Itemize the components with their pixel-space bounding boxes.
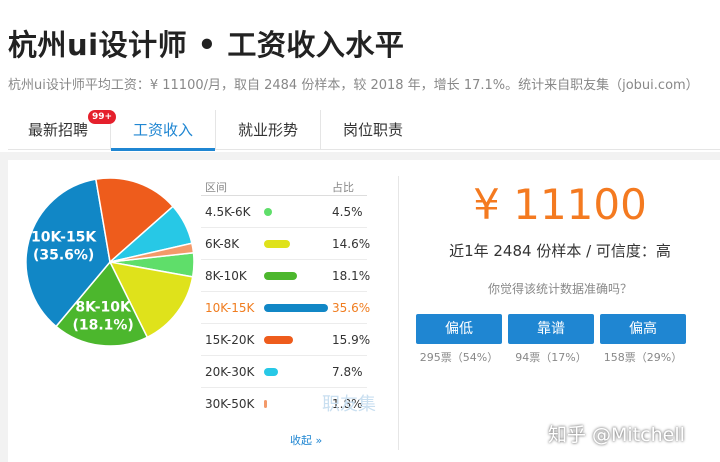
range-label: 8K-10K (205, 269, 247, 283)
share-bar (264, 336, 293, 344)
vote-high-button[interactable]: 偏高 (600, 314, 686, 344)
divider (398, 176, 399, 450)
table-header: 区间 占比 (201, 176, 367, 196)
tab-label: 工资收入 (133, 121, 194, 139)
share-percent: 7.8% (332, 365, 363, 379)
salary-distribution-table: 区间 占比 4.5K-6K 4.5% 6K-8K 14.6% 8K-10K 18.1% 10… (201, 176, 371, 420)
share-column-header: 占比 (332, 181, 354, 194)
share-bar (264, 272, 297, 280)
tab-label: 岗位职责 (343, 121, 404, 139)
share-percent: 4.5% (332, 205, 363, 219)
tab-employment-trend[interactable]: 就业形势 (216, 110, 322, 150)
accuracy-question: 你觉得该统计数据准确吗？ (487, 282, 632, 296)
share-bar (264, 368, 279, 376)
share-percent: 14.6% (332, 237, 371, 251)
salary-pie-chart: 10K-15K (35.6%)8K-10K (18.1%) (25, 177, 195, 347)
watermark-text: 职友集 (322, 394, 376, 415)
page-title: 杭州ui设计师 • 工资收入水平 (8, 28, 405, 62)
share-percent: 35.6% (332, 301, 371, 315)
vote-reliable-count: 94票（17%） (515, 351, 587, 364)
sample-info: 近1年 2484 份样本 / 可信度：高 (449, 242, 671, 260)
range-label: 15K-20K (205, 333, 255, 347)
vote-low-button[interactable]: 偏低 (416, 314, 502, 344)
tab-salary[interactable]: 工资收入 (111, 110, 217, 151)
table-row: 8K-10K 18.1% (201, 260, 371, 292)
table-row: 15K-20K 15.9% (201, 324, 371, 356)
table-row: 10K-15K 35.6% (201, 292, 371, 324)
share-percent: 18.1% (332, 269, 371, 283)
table-row: 6K-8K 14.6% (201, 228, 371, 260)
vote-high-count: 158票（29%） (603, 351, 683, 364)
share-bar (264, 400, 268, 408)
range-label: 4.5K-6K (205, 205, 251, 219)
collapse-link[interactable]: 收起 » (290, 432, 322, 448)
tab-job-duties[interactable]: 岗位职责 (321, 110, 425, 150)
vote-reliable-button[interactable]: 靠谱 (508, 314, 594, 344)
vote-low-count: 295票（54%） (419, 351, 499, 364)
range-label: 10K-15K (205, 301, 255, 315)
tab-bar: 最新招聘 99+ 工资收入 就业形势 岗位职责 (8, 110, 720, 151)
table-row: 20K-30K 7.8% (201, 356, 367, 388)
average-salary: ¥ 11100 (473, 180, 647, 229)
share-bar (264, 304, 328, 312)
source-credit: 知乎 @Mitchell (548, 424, 685, 446)
range-label: 30K-50K (205, 397, 255, 411)
page-subtitle: 杭州ui设计师平均工资：¥ 11100/月，取自 2484 份样本，较 2018… (8, 78, 699, 93)
range-column-header: 区间 (205, 181, 227, 194)
share-percent: 15.9% (332, 333, 371, 347)
tab-label: 就业形势 (238, 121, 299, 139)
share-bar (264, 208, 273, 216)
table-row: 4.5K-6K 4.5% (201, 196, 367, 228)
tab-label: 最新招聘 (28, 121, 89, 139)
share-bar (264, 240, 291, 248)
range-label: 20K-30K (205, 365, 255, 379)
tab-latest-jobs[interactable]: 最新招聘 99+ (8, 110, 117, 150)
range-label: 6K-8K (205, 237, 240, 251)
